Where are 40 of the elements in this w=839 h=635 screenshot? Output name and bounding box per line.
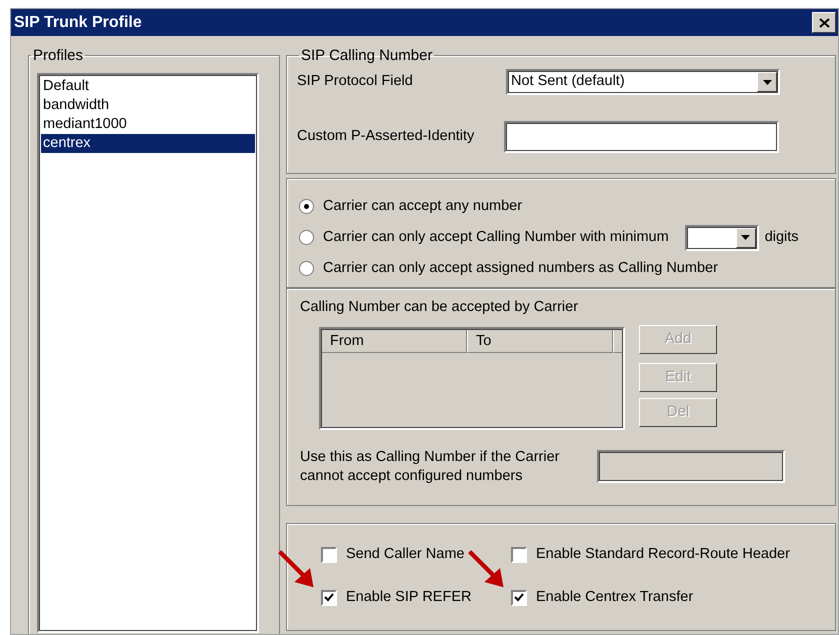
header-filler [613, 328, 623, 353]
check-icon [324, 593, 334, 602]
checkbox-label: Enable Centrex Transfer [536, 588, 694, 607]
group-label: SIP Calling Number [300, 48, 434, 63]
group-label: Profiles [32, 48, 84, 63]
close-button[interactable] [812, 12, 836, 33]
window-title: SIP Trunk Profile [14, 12, 142, 32]
profile-item[interactable]: Default [41, 77, 255, 96]
checkbox[interactable] [511, 590, 527, 606]
radio-label: Carrier can only accept assigned numbers as Calling Number [323, 258, 718, 278]
check-icon [514, 593, 524, 602]
profile-item[interactable]: centrex [41, 134, 255, 153]
column-header[interactable]: From [321, 328, 467, 353]
checkbox[interactable] [321, 546, 337, 563]
digits-dropdown[interactable] [684, 224, 759, 250]
profile-item[interactable]: bandwidth [41, 96, 255, 115]
checkbox-label: Send Caller Name [346, 545, 464, 564]
column-header[interactable]: To [467, 328, 613, 353]
caret-icon [762, 80, 772, 84]
radio-label: Carrier can only accept Calling Number with minimum [323, 228, 669, 247]
close-icon [818, 18, 830, 28]
caret-icon [741, 235, 750, 240]
p-asserted-identity-field[interactable] [504, 121, 779, 153]
radio-button[interactable] [299, 199, 314, 214]
section-label: Calling Number can be accepted by Carrier [300, 298, 580, 317]
profile-item[interactable]: mediant1000 [41, 115, 255, 134]
protocol-field-dropdown[interactable]: Not Sent (default) [506, 69, 780, 95]
checkbox-label: Enable SIP REFER [346, 588, 472, 607]
field-label: SIP Protocol Field [297, 72, 414, 92]
profiles-list[interactable]: Default bandwidth mediant1000 centrex [37, 73, 259, 633]
checkbox[interactable] [511, 546, 527, 563]
unit-label: digits [764, 228, 799, 247]
checkbox-label: Enable Standard Record-Route Header [536, 545, 790, 564]
radio-button[interactable] [299, 230, 314, 245]
field-label: Custom P-Asserted-Identity [297, 127, 476, 146]
radio-label: Carrier can accept any number [323, 196, 522, 216]
numbers-table[interactable]: From To [319, 326, 625, 430]
radio-button[interactable] [299, 261, 314, 276]
fallback-label: Use this as Calling Number if the Carrier cannot accept configured numbers [300, 448, 560, 486]
checkbox[interactable] [321, 590, 337, 606]
